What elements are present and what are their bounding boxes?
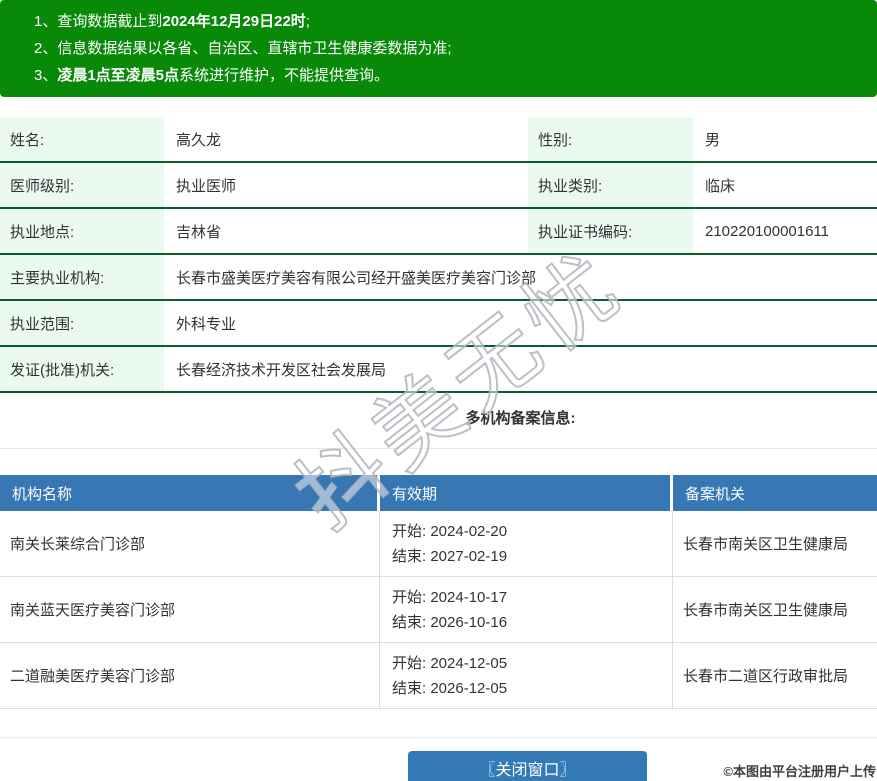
org-name: 南关长莱综合门诊部 <box>0 511 380 576</box>
name-label: 姓名: <box>0 117 164 161</box>
multi-institution-section-title: 多机构备案信息: <box>466 410 576 427</box>
validity-end: 结束: 2027-02-19 <box>392 544 672 569</box>
table-row: 医师级别: 执业医师 执业类别: 临床 <box>0 163 877 209</box>
notice-banner: 1、查询数据截止到2024年12月29日22时; 2、信息数据结果以各省、自治区… <box>0 0 877 97</box>
org-name: 二道融美医疗美容门诊部 <box>0 643 380 708</box>
records-table-header: 机构名称 有效期 备案机关 <box>0 475 877 511</box>
divider <box>0 737 877 738</box>
gender-value: 男 <box>693 117 877 161</box>
table-row: 姓名: 高久龙 性别: 男 <box>0 117 877 163</box>
notice-text-bold: 凌晨1点至凌晨5点 <box>57 67 179 84</box>
practice-location-value: 吉林省 <box>164 209 528 253</box>
practice-scope-value: 外科专业 <box>164 301 877 345</box>
column-header-org: 机构名称 <box>0 475 380 511</box>
record-authority: 长春市南关区卫生健康局 <box>673 577 877 642</box>
table-row: 发证(批准)机关: 长春经济技术开发区社会发展局 <box>0 347 877 393</box>
notice-text: 查询数据截止到 <box>57 13 162 30</box>
validity-period: 开始: 2024-10-17 结束: 2026-10-16 <box>380 577 673 642</box>
record-authority: 长春市二道区行政审批局 <box>673 643 877 708</box>
org-name: 南关蓝天医疗美容门诊部 <box>0 577 380 642</box>
issuing-authority-label: 发证(批准)机关: <box>0 347 164 391</box>
table-row: 二道融美医疗美容门诊部 开始: 2024-12-05 结束: 2026-12-0… <box>0 643 877 709</box>
validity-period: 开始: 2024-12-05 结束: 2026-12-05 <box>380 643 673 708</box>
copyright-stamp: ©本图由平台注册用户上传 <box>723 761 876 780</box>
validity-start: 开始: 2024-10-17 <box>392 585 672 610</box>
notice-number: 2、 <box>34 40 57 57</box>
table-row: 南关长莱综合门诊部 开始: 2024-02-20 结束: 2027-02-19 … <box>0 511 877 577</box>
validity-end: 结束: 2026-12-05 <box>392 676 672 701</box>
main-institution-label: 主要执业机构: <box>0 255 164 299</box>
practice-scope-label: 执业范围: <box>0 301 164 345</box>
validity-start: 开始: 2024-02-20 <box>392 519 672 544</box>
notice-text-bold: 2024年12月29日22时 <box>162 13 305 30</box>
name-value: 高久龙 <box>164 117 528 161</box>
doctor-info-table: 姓名: 高久龙 性别: 男 医师级别: 执业医师 执业类别: 临床 执业地点: … <box>0 117 877 393</box>
close-window-button[interactable]: 〖关闭窗口〗 <box>408 751 647 781</box>
record-authority: 长春市南关区卫生健康局 <box>673 511 877 576</box>
practice-category-value: 临床 <box>693 163 877 207</box>
column-header-validity: 有效期 <box>380 475 673 511</box>
section-title-wrap: 多机构备案信息: <box>0 393 877 448</box>
table-row: 南关蓝天医疗美容门诊部 开始: 2024-10-17 结束: 2026-10-1… <box>0 577 877 643</box>
notice-text: 信息数据结果以各省、自治区、直辖市卫生健康委数据为准; <box>57 40 451 57</box>
notice-number: 3、 <box>34 67 57 84</box>
main-institution-value: 长春市盛美医疗美容有限公司经开盛美医疗美容门诊部 <box>164 255 877 299</box>
certificate-number-label: 执业证书编码: <box>528 209 693 253</box>
column-header-authority: 备案机关 <box>673 475 877 511</box>
validity-start: 开始: 2024-12-05 <box>392 651 672 676</box>
doctor-level-label: 医师级别: <box>0 163 164 207</box>
notice-line-2: 2、信息数据结果以各省、自治区、直辖市卫生健康委数据为准; <box>10 35 867 62</box>
practice-location-label: 执业地点: <box>0 209 164 253</box>
records-table: 机构名称 有效期 备案机关 南关长莱综合门诊部 开始: 2024-02-20 结… <box>0 475 877 709</box>
gender-label: 性别: <box>528 117 693 161</box>
notice-text: ; <box>306 13 310 30</box>
doctor-query-result-page: 1、查询数据截止到2024年12月29日22时; 2、信息数据结果以各省、自治区… <box>0 0 877 781</box>
certificate-number-value: 210220100001611 <box>693 209 877 253</box>
notice-text: 系统进行维护，不能提供查询。 <box>179 67 389 84</box>
validity-end: 结束: 2026-10-16 <box>392 610 672 635</box>
notice-line-1: 1、查询数据截止到2024年12月29日22时; <box>10 8 867 35</box>
table-row: 执业范围: 外科专业 <box>0 301 877 347</box>
divider <box>0 448 877 449</box>
practice-category-label: 执业类别: <box>528 163 693 207</box>
doctor-level-value: 执业医师 <box>164 163 528 207</box>
table-row: 主要执业机构: 长春市盛美医疗美容有限公司经开盛美医疗美容门诊部 <box>0 255 877 301</box>
notice-line-3: 3、凌晨1点至凌晨5点系统进行维护，不能提供查询。 <box>10 62 867 89</box>
validity-period: 开始: 2024-02-20 结束: 2027-02-19 <box>380 511 673 576</box>
issuing-authority-value: 长春经济技术开发区社会发展局 <box>164 347 877 391</box>
notice-number: 1、 <box>34 13 57 30</box>
table-row: 执业地点: 吉林省 执业证书编码: 210220100001611 <box>0 209 877 255</box>
